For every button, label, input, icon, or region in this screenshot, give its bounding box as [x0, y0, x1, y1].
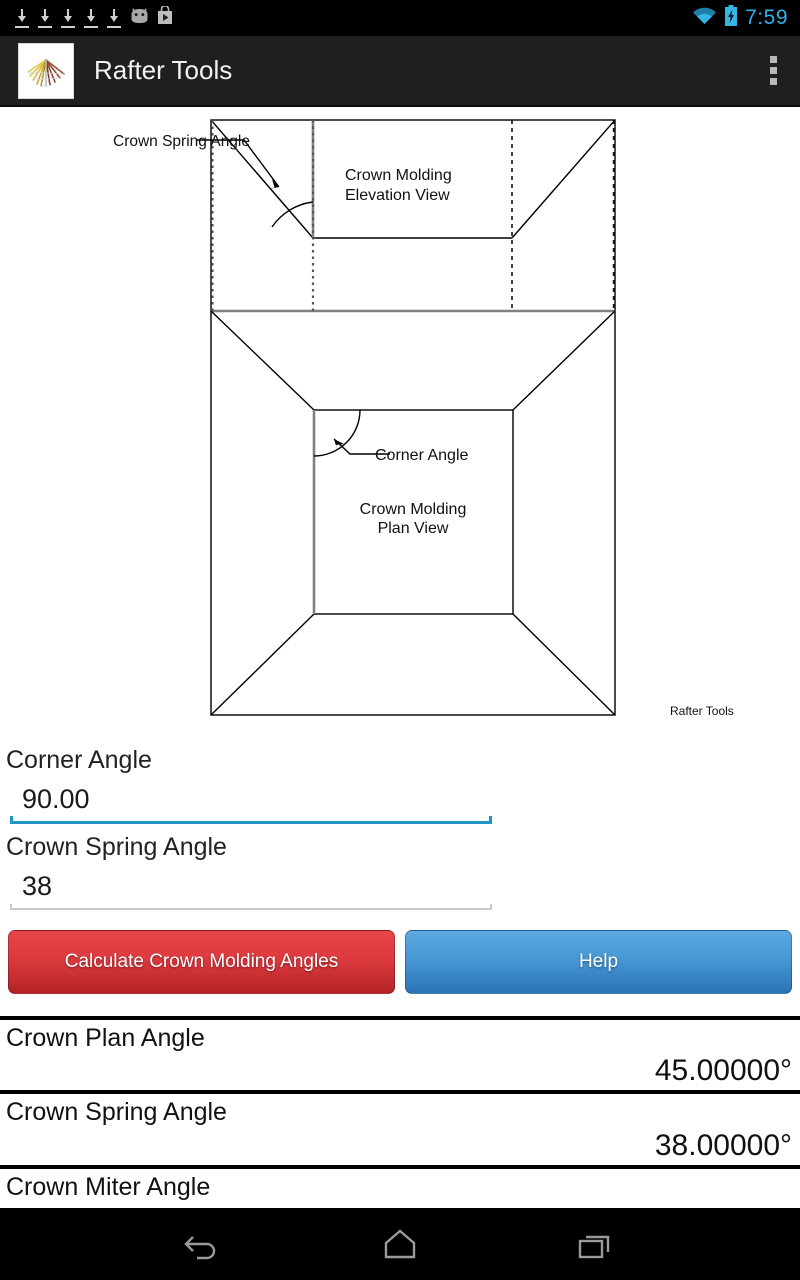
android-icon — [129, 7, 150, 30]
result-value: 45.00000° — [654, 1054, 792, 1088]
diagram-label-elevation-line1: Crown Molding — [345, 167, 452, 184]
action-bar: Rafter Tools — [0, 36, 800, 107]
status-bar: 7:59 — [0, 0, 800, 36]
navigation-bar — [0, 1208, 800, 1280]
corner-angle-underline — [10, 816, 492, 824]
crown-molding-diagram: Crown Spring Angle Crown Molding Elevati… — [0, 109, 800, 737]
overflow-menu-icon[interactable] — [770, 56, 778, 85]
diagram-label-elevation-line2: Elevation View — [345, 187, 450, 204]
help-button[interactable]: Help — [405, 930, 792, 994]
results-list: Crown Plan Angle 45.00000° Crown Spring … — [0, 1016, 800, 1203]
download-icon — [14, 8, 30, 28]
result-label: Crown Plan Angle — [6, 1024, 205, 1052]
calculate-crown-molding-angles-button[interactable]: Calculate Crown Molding Angles — [8, 930, 395, 994]
crown-spring-angle-label: Crown Spring Angle — [6, 833, 227, 861]
diagram-label-crown-spring-angle: Crown Spring Angle — [113, 133, 250, 150]
result-row-crown-miter-angle: Crown Miter Angle — [0, 1169, 800, 1203]
result-row-crown-spring-angle: Crown Spring Angle 38.00000° — [0, 1094, 800, 1164]
result-label: Crown Miter Angle — [6, 1172, 211, 1201]
battery-charging-icon — [724, 5, 738, 31]
corner-angle-label: Corner Angle — [6, 746, 152, 774]
wifi-icon — [692, 6, 717, 30]
result-row-crown-plan-angle: Crown Plan Angle 45.00000° — [0, 1020, 800, 1090]
corner-angle-input[interactable]: 90.00 — [10, 781, 492, 824]
corner-angle-value[interactable]: 90.00 — [10, 781, 492, 821]
download-icon — [106, 8, 122, 28]
recent-apps-icon[interactable] — [568, 1222, 624, 1266]
status-bar-system[interactable]: 7:59 — [692, 5, 800, 31]
status-bar-notifications[interactable] — [0, 4, 173, 30]
result-value: 38.00000° — [654, 1128, 792, 1162]
play-store-icon — [157, 4, 173, 30]
home-icon[interactable] — [372, 1222, 428, 1266]
app-screen: 7:59 Rafter Tools Crown Spring Angle Cro… — [0, 0, 800, 1280]
crown-spring-angle-input[interactable]: 38 — [10, 868, 492, 910]
rafter-tools-logo — [18, 42, 74, 99]
download-icon — [37, 8, 53, 28]
download-icon — [60, 8, 76, 28]
diagram-label-plan-line1: Crown Molding — [360, 501, 467, 518]
page-title: Rafter Tools — [94, 55, 233, 85]
crown-spring-angle-value[interactable]: 38 — [10, 868, 492, 908]
status-bar-clock: 7:59 — [745, 6, 788, 29]
result-label: Crown Spring Angle — [6, 1098, 227, 1127]
back-icon[interactable] — [176, 1222, 232, 1266]
diagram-label-corner-angle: Corner Angle — [375, 447, 468, 464]
diagram-watermark: Rafter Tools — [670, 704, 734, 718]
crown-spring-angle-underline — [10, 904, 492, 910]
diagram-label-plan-line2: Plan View — [378, 520, 449, 537]
button-row: Calculate Crown Molding Angles Help — [0, 930, 800, 994]
download-icon — [83, 8, 99, 28]
input-form: Corner Angle 90.00 Crown Spring Angle 38… — [0, 737, 800, 994]
